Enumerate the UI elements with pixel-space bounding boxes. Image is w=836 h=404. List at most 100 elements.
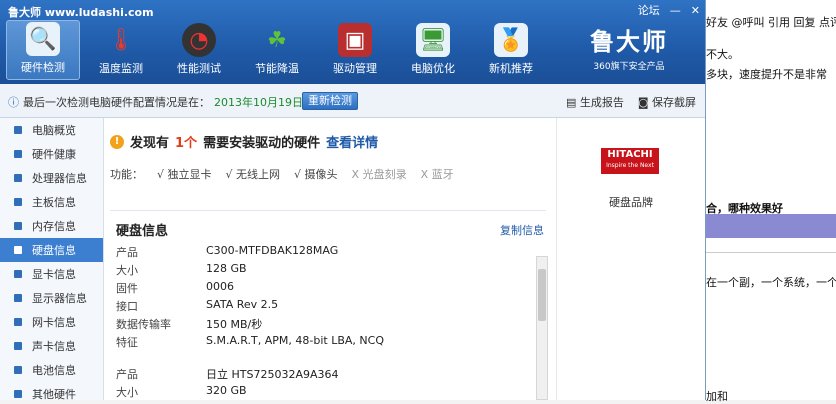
row-key: 产品 — [116, 246, 138, 259]
bullet-icon — [14, 222, 22, 230]
row-key: 特征 — [116, 336, 138, 349]
tool-label: 节能降温 — [255, 62, 299, 75]
alert-count: 1个 — [175, 136, 198, 151]
camera-icon: ◙ — [637, 96, 652, 109]
sidebar-item-cpu[interactable]: 处理器信息 — [0, 166, 103, 190]
tool-performance[interactable]: ◔ 性能测试 — [162, 20, 236, 80]
tool-label: 温度监测 — [99, 62, 143, 75]
minimize-icon[interactable]: — — [670, 4, 681, 17]
tool-power-saving[interactable]: ☘ 节能降温 — [240, 20, 314, 80]
row-key: 产品 — [116, 368, 138, 381]
row-value: C300-MTFDBAK128MAG — [206, 244, 339, 257]
table-row: 特征 S.M.A.R.T, APM, 48-bit LBA, NCQ — [116, 334, 536, 352]
close-icon[interactable]: ✕ — [691, 4, 700, 17]
row-value: 0006 — [206, 280, 234, 293]
feature-camera: √ 摄像头 — [294, 168, 338, 181]
title-bar: 鲁大师 www.ludashi.com 论坛 — ✕ 🔍 硬件检测 🌡 温度监测… — [0, 0, 705, 84]
main-content: ! 发现有 1个 需要安装驱动的硬件 查看详情 功能： √ 独立显卡 √ 无线上… — [104, 118, 556, 400]
background-webpage: 好友 @呼叫 引用 回复 点评 不大。 多块，速度提升不是非常 合，哪种效果好 … — [706, 0, 836, 403]
last-check-info: ⓘ 最后一次检测电脑硬件配置情况是在： 2013年10月19日 — [8, 94, 303, 110]
sidebar-item-label: 网卡信息 — [32, 316, 76, 329]
speedometer-icon: ◔ — [182, 23, 216, 57]
section-title: 硬盘信息 — [116, 224, 169, 239]
sidebar-item-motherboard[interactable]: 主板信息 — [0, 190, 103, 214]
bullet-icon — [14, 270, 22, 278]
sidebar-item-memory[interactable]: 内存信息 — [0, 214, 103, 238]
sidebar-item-health[interactable]: 硬件健康 — [0, 142, 103, 166]
post-text-line: 多块，速度提升不是非常 — [706, 68, 827, 81]
bullet-icon — [14, 198, 22, 206]
row-value: 128 GB — [206, 262, 247, 275]
forum-link[interactable]: 论坛 — [638, 2, 660, 18]
features-label: 功能： — [110, 168, 143, 181]
sidebar-item-label: 硬件健康 — [32, 148, 76, 161]
thermometer-icon: 🌡 — [107, 27, 135, 53]
feature-bluetooth: X 蓝牙 — [420, 168, 454, 181]
bullet-icon — [14, 390, 22, 398]
info-icon: ⓘ — [8, 96, 19, 109]
sidebar-item-gpu[interactable]: 显卡信息 — [0, 262, 103, 286]
report-label: 生成报告 — [579, 96, 624, 109]
sidebar-item-sound[interactable]: 声卡信息 — [0, 334, 103, 358]
copy-info-link[interactable]: 复制信息 — [500, 222, 544, 238]
sidebar-item-display[interactable]: 显示器信息 — [0, 286, 103, 310]
bullet-icon — [14, 366, 22, 374]
status-bar: ⓘ 最后一次检测电脑硬件配置情况是在： 2013年10月19日 重新检测 ▤ 生… — [0, 84, 705, 118]
sidebar-item-other[interactable]: 其他硬件 — [0, 382, 103, 400]
tool-label: 硬件检测 — [21, 61, 65, 74]
post-text-line: 加和 — [706, 390, 728, 403]
disk-brand-label: 硬盘品牌 — [609, 196, 653, 209]
tool-optimize[interactable]: 🖥 电脑优化 — [396, 20, 470, 80]
post-text-line: 不大。 — [706, 48, 739, 61]
table-row: 大小 320 GB — [116, 384, 536, 400]
view-details-link[interactable]: 查看详情 — [326, 132, 378, 151]
tool-recommend[interactable]: 🏅 新机推荐 — [474, 20, 548, 80]
sidebar-item-label: 显示器信息 — [32, 292, 87, 305]
sidebar-item-label: 处理器信息 — [32, 172, 87, 185]
divider — [110, 210, 546, 211]
table-row: 产品 C300-MTFDBAK128MAG — [116, 244, 536, 262]
driver-alert: ! 发现有 1个 需要安装驱动的硬件 查看详情 — [110, 132, 378, 151]
report-icon: ▤ — [565, 96, 580, 109]
feature-wifi: √ 无线上网 — [225, 168, 281, 181]
post-text-line: 在一个副，一个系统，一个资 — [706, 276, 836, 289]
sidebar-item-overview[interactable]: 电脑概览 — [0, 118, 103, 142]
table-row: 接口 SATA Rev 2.5 — [116, 298, 536, 316]
row-value: 320 GB — [206, 384, 247, 397]
recheck-button[interactable]: 重新检测 — [302, 92, 358, 110]
feature-discrete-gpu: √ 独立显卡 — [157, 168, 212, 181]
bullet-icon — [14, 150, 22, 158]
sidebar-item-network[interactable]: 网卡信息 — [0, 310, 103, 334]
status-actions: ▤ 生成报告 ◙ 保存截屏 — [566, 94, 696, 110]
sidebar-item-label: 其他硬件 — [32, 388, 76, 400]
tool-hardware-check[interactable]: 🔍 硬件检测 — [6, 20, 80, 80]
highlight-strip — [706, 214, 836, 238]
table-row: 固件 0006 — [116, 280, 536, 298]
generate-report-button[interactable]: ▤ 生成报告 — [566, 94, 624, 110]
table-row: 产品 日立 HTS725032A9A364 — [116, 366, 536, 384]
scrollbar-thumb[interactable] — [538, 269, 546, 321]
bullet-icon — [14, 294, 22, 302]
bullet-icon — [14, 342, 22, 350]
save-screenshot-button[interactable]: ◙ 保存截屏 — [638, 94, 696, 110]
driver-box-icon: ▣ — [338, 23, 372, 57]
ludashi-window: 鲁大师 www.ludashi.com 论坛 — ✕ 🔍 硬件检测 🌡 温度监测… — [0, 0, 706, 400]
alert-suffix: 需要安装驱动的硬件 — [203, 136, 321, 151]
sidebar-item-label: 电脑概览 — [32, 124, 76, 137]
sidebar-item-label: 显卡信息 — [32, 268, 76, 281]
hitachi-logo-text: HITACHI — [607, 149, 653, 160]
tool-driver[interactable]: ▣ 驱动管理 — [318, 20, 392, 80]
tool-label: 驱动管理 — [333, 62, 377, 75]
sidebar-item-disk[interactable]: 硬盘信息 — [0, 238, 103, 262]
post-actions[interactable]: 好友 @呼叫 引用 回复 点评 — [706, 14, 836, 30]
table-row: 数据传输率 150 MB/秒 — [116, 316, 536, 334]
bullet-icon — [14, 246, 22, 254]
tool-label: 电脑优化 — [411, 62, 455, 75]
sidebar-item-battery[interactable]: 电池信息 — [0, 358, 103, 382]
bullet-icon — [14, 174, 22, 182]
scrollbar[interactable] — [536, 256, 548, 400]
tool-temperature[interactable]: 🌡 温度监测 — [84, 20, 158, 80]
row-key: 固件 — [116, 282, 138, 295]
last-check-date: 2013年10月19日 — [214, 96, 303, 109]
sidebar-item-label: 电池信息 — [32, 364, 76, 377]
